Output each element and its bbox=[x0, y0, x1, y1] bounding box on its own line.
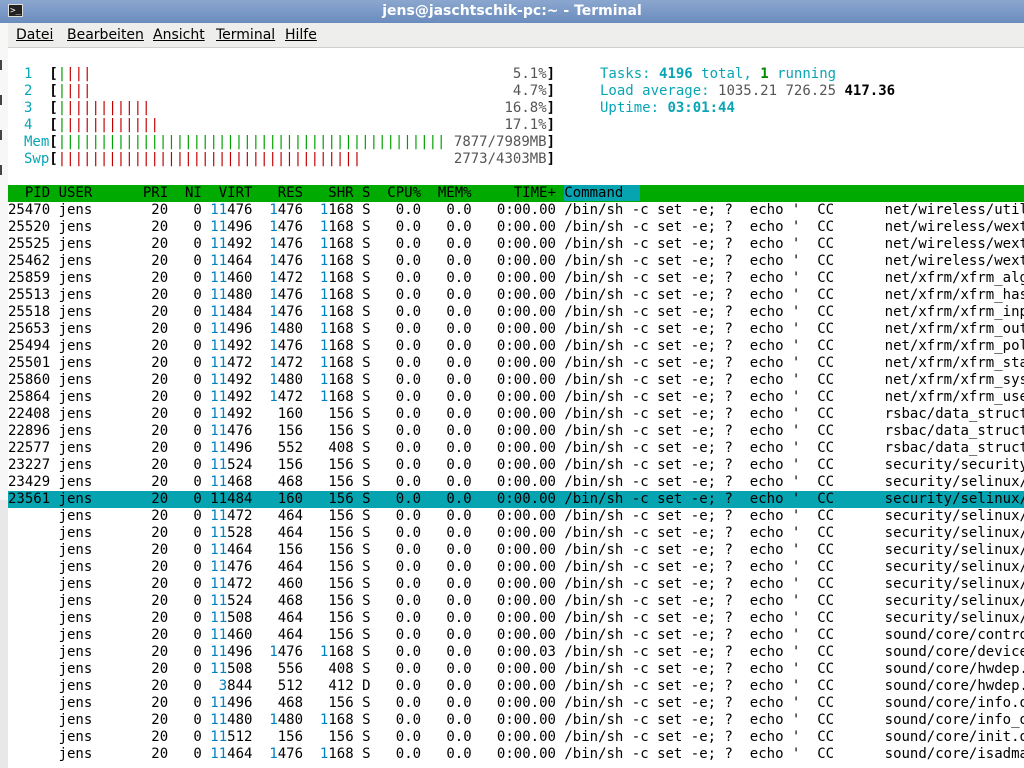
cpu-meter-label: 4 bbox=[24, 117, 50, 133]
process-row[interactable]: 25525 jens 20 0 11492 1476 1168 S 0.0 0.… bbox=[8, 236, 1024, 253]
process-row[interactable]: jens 20 0 11472 464 156 S 0.0 0.0 0:00.0… bbox=[8, 508, 1024, 525]
cpu-bar-kernel: ||| bbox=[66, 83, 92, 99]
window-titlebar[interactable]: >_ jens@jaschtschik-pc:~ - Terminal bbox=[0, 0, 1024, 23]
process-row[interactable]: jens 20 0 11528 464 156 S 0.0 0.0 0:00.0… bbox=[8, 525, 1024, 542]
process-row[interactable]: 22896 jens 20 0 11476 156 156 S 0.0 0.0 … bbox=[8, 423, 1024, 440]
process-row[interactable]: 25518 jens 20 0 11484 1476 1168 S 0.0 0.… bbox=[8, 304, 1024, 321]
cpu-bar-user: | bbox=[57, 117, 67, 133]
terminal-content[interactable]: 1 [|||| 5.1%] 2 [|||| 4.7%] 3 [|||||||||||… bbox=[8, 48, 1024, 768]
uptime-line: Uptime: 03:01:44 bbox=[600, 100, 735, 116]
cpu-meter-label: 3 bbox=[24, 100, 50, 116]
process-row[interactable]: jens 20 0 11464 1476 1168 S 0.0 0.0 0:00… bbox=[8, 746, 1024, 763]
load-average-line: Load average: 1035.21 726.25 417.36 bbox=[600, 83, 896, 99]
menu-item-label: Terminal bbox=[216, 27, 276, 43]
process-row[interactable]: 25859 jens 20 0 11460 1472 1168 S 0.0 0.… bbox=[8, 270, 1024, 287]
window-title: jens@jaschtschik-pc:~ - Terminal bbox=[382, 3, 642, 19]
mem-meter-value: 7877/7989MB bbox=[445, 134, 547, 150]
process-row[interactable]: jens 20 0 11508 556 408 S 0.0 0.0 0:00.0… bbox=[8, 661, 1024, 678]
process-row[interactable]: jens 20 0 11512 156 156 S 0.0 0.0 0:00.0… bbox=[8, 729, 1024, 746]
menu-item-label: Bearbeiten bbox=[67, 27, 144, 43]
process-row[interactable]: 25653 jens 20 0 11496 1480 1168 S 0.0 0.… bbox=[8, 321, 1024, 338]
cpu-percent: 16.8% bbox=[150, 100, 547, 116]
process-row[interactable]: 25520 jens 20 0 11496 1476 1168 S 0.0 0.… bbox=[8, 219, 1024, 236]
cpu-percent: 5.1% bbox=[91, 66, 547, 82]
process-row[interactable]: jens 20 0 11508 464 156 S 0.0 0.0 0:00.0… bbox=[8, 610, 1024, 627]
menu-item-label: Datei bbox=[16, 27, 54, 43]
cpu-bar-kernel: ||||||||||| bbox=[66, 117, 159, 133]
process-row[interactable]: 25860 jens 20 0 11492 1480 1168 S 0.0 0.… bbox=[8, 372, 1024, 389]
process-row[interactable]: 25462 jens 20 0 11464 1476 1168 S 0.0 0.… bbox=[8, 253, 1024, 270]
cpu-meter-1: 1 [|||| 5.1%] bbox=[24, 66, 556, 82]
process-row[interactable]: jens 20 0 11496 468 156 S 0.0 0.0 0:00.0… bbox=[8, 695, 1024, 712]
process-row[interactable]: jens 20 0 11496 1476 1168 S 0.0 0.0 0:00… bbox=[8, 644, 1024, 661]
process-row[interactable]: 25494 jens 20 0 11492 1476 1168 S 0.0 0.… bbox=[8, 338, 1024, 355]
cpu-bar-user: | bbox=[57, 66, 67, 82]
cpu-meter-4: 4 [|||||||||||| 17.1%] bbox=[24, 117, 556, 133]
process-row[interactable]: 25864 jens 20 0 11492 1472 1168 S 0.0 0.… bbox=[8, 389, 1024, 406]
mem-meter-bar: ||||||||||||||||||||||||||||||||||||||||… bbox=[57, 134, 446, 150]
swap-meter-value: 2773/4303MB bbox=[361, 151, 547, 167]
process-row[interactable]: jens 20 0 11472 460 156 S 0.0 0.0 0:00.0… bbox=[8, 576, 1024, 593]
cpu-bar-kernel: |||||||||| bbox=[66, 100, 151, 116]
menu-datei[interactable]: Datei bbox=[16, 26, 53, 44]
menu-hilfe[interactable]: Hilfe bbox=[285, 26, 317, 44]
process-row[interactable]: jens 20 0 11524 468 156 S 0.0 0.0 0:00.0… bbox=[8, 593, 1024, 610]
process-row[interactable]: 22577 jens 20 0 11496 552 408 S 0.0 0.0 … bbox=[8, 440, 1024, 457]
cpu-meter-label: 1 bbox=[24, 66, 50, 82]
menu-terminal[interactable]: Terminal bbox=[216, 26, 275, 44]
cpu-meter-label: 2 bbox=[24, 83, 50, 99]
cpu-percent: 4.7% bbox=[91, 83, 547, 99]
swap-meter-bar: |||||||||||||||||||||||||||||||||||| bbox=[57, 151, 362, 167]
menu-ansicht[interactable]: Ansicht bbox=[153, 26, 205, 44]
cpu-meter-3: 3 [||||||||||| 16.8%] bbox=[24, 100, 556, 116]
process-row[interactable]: 25470 jens 20 0 11476 1476 1168 S 0.0 0.… bbox=[8, 202, 1024, 219]
process-row[interactable]: jens 20 0 11460 464 156 S 0.0 0.0 0:00.0… bbox=[8, 627, 1024, 644]
tasks-line: Tasks: 4196 total, 1 running bbox=[600, 66, 837, 82]
column-header-command[interactable]: Command bbox=[564, 185, 641, 201]
cpu-bar-user: | bbox=[57, 100, 67, 116]
menu-item-label: Hilfe bbox=[285, 27, 317, 43]
process-table-header[interactable]: PID USER PRI NI VIRT RES SHR S CPU% MEM%… bbox=[8, 185, 1024, 202]
process-row[interactable]: 25501 jens 20 0 11472 1472 1168 S 0.0 0.… bbox=[8, 355, 1024, 372]
cpu-percent: 17.1% bbox=[158, 117, 547, 133]
menu-item-label: Ansicht bbox=[153, 27, 205, 43]
process-row[interactable]: 23561 jens 20 0 11484 160 156 S 0.0 0.0 … bbox=[8, 491, 1024, 508]
process-row[interactable]: jens 20 0 11464 156 156 S 0.0 0.0 0:00.0… bbox=[8, 542, 1024, 559]
process-row[interactable]: jens 20 0 11476 464 156 S 0.0 0.0 0:00.0… bbox=[8, 559, 1024, 576]
process-row[interactable]: 22408 jens 20 0 11492 160 156 S 0.0 0.0 … bbox=[8, 406, 1024, 423]
swap-meter: Swp[||||||||||||||||||||||||||||||||||||… bbox=[24, 151, 556, 167]
cpu-bar-user: | bbox=[57, 83, 67, 99]
menu-bearbeiten[interactable]: Bearbeiten bbox=[67, 26, 144, 44]
process-row[interactable]: jens 20 0 11480 1480 1168 S 0.0 0.0 0:00… bbox=[8, 712, 1024, 729]
process-row[interactable]: 23227 jens 20 0 11524 156 156 S 0.0 0.0 … bbox=[8, 457, 1024, 474]
menu-bar: Datei Bearbeiten Ansicht Terminal Hilfe bbox=[8, 23, 1024, 48]
process-row[interactable]: 25513 jens 20 0 11480 1476 1168 S 0.0 0.… bbox=[8, 287, 1024, 304]
background-window-edge bbox=[0, 0, 8, 500]
process-row[interactable]: jens 20 0 3844 512 412 D 0.0 0.0 0:00.00… bbox=[8, 678, 1024, 695]
cpu-meter-2: 2 [|||| 4.7%] bbox=[24, 83, 556, 99]
mem-meter: Mem[||||||||||||||||||||||||||||||||||||… bbox=[24, 134, 556, 150]
cpu-bar-kernel: ||| bbox=[66, 66, 92, 82]
process-row[interactable]: 23429 jens 20 0 11468 468 156 S 0.0 0.0 … bbox=[8, 474, 1024, 491]
